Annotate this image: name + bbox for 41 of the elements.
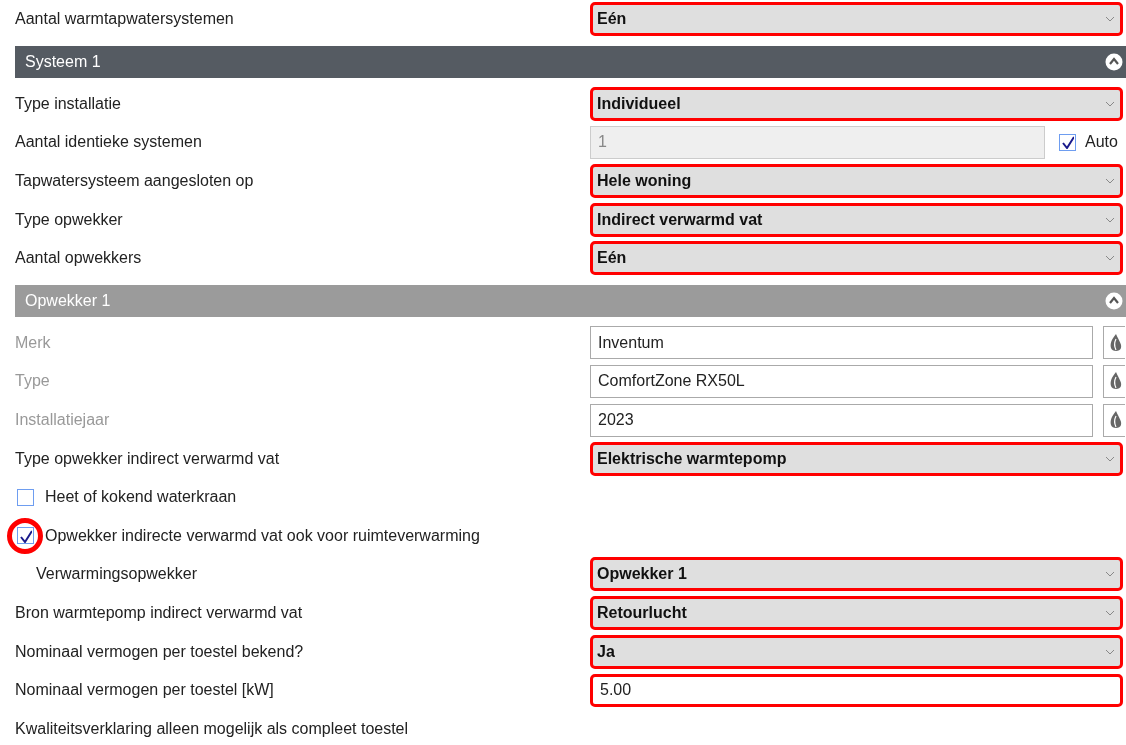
lookup-button[interactable] [1103, 326, 1125, 360]
checkbox-label: Opwekker indirecte verwarmd vat ook voor ruimteverwarming [45, 525, 480, 546]
field-label: Bron warmtepomp indirect verwarmd vat [15, 603, 304, 623]
field-label: Type opwekker [15, 209, 124, 230]
input-field[interactable]: Inventum [590, 326, 1093, 360]
field-label: Installatiejaar [15, 410, 111, 431]
select-field[interactable]: Indirect verwarmd vat [590, 202, 1123, 237]
field-label: Nominaal vermogen per toestel bekend? [15, 641, 305, 662]
select-field[interactable]: Opwekker 1 [590, 557, 1123, 592]
checkbox[interactable] [16, 527, 34, 545]
field-label: Merk [15, 332, 52, 353]
section-title: Opwekker 1 [25, 290, 111, 311]
input-field[interactable]: ComfortZone RX50L [590, 364, 1093, 398]
select-field[interactable]: Elektrische warmtepomp [590, 441, 1123, 476]
input-field[interactable]: 2023 [590, 403, 1093, 437]
field-label: Aantal opwekkers [15, 248, 143, 269]
field-label: Verwarmingsopwekker [35, 564, 198, 585]
section-header[interactable]: Systeem 1 [15, 45, 1126, 78]
lookup-button[interactable] [1103, 403, 1125, 437]
field-label: Type installatie [15, 93, 122, 114]
field-label: Tapwatersysteem aangesloten op [15, 171, 255, 192]
field-label: Aantal identieke systemen [15, 132, 203, 153]
section-title: Systeem 1 [25, 51, 101, 72]
checkbox-label: Auto [1085, 132, 1118, 153]
select-field[interactable]: Eén [590, 241, 1123, 276]
select-field[interactable]: Retourlucht [590, 596, 1123, 630]
lookup-button[interactable] [1103, 364, 1125, 398]
select-field[interactable]: Individueel [590, 86, 1123, 121]
select-field[interactable]: Ja [590, 634, 1123, 669]
select-field[interactable]: Hele woning [590, 164, 1123, 199]
note-text: Kwaliteitsverklaring alleen mogelijk als compleet toestel [15, 718, 409, 739]
input-field[interactable]: 5.00 [590, 673, 1123, 707]
checkbox-label: Heet of kokend waterkraan [45, 487, 237, 508]
field-label: Type [15, 371, 51, 392]
checkbox[interactable] [16, 488, 34, 506]
field-label: Nominaal vermogen per toestel [kW] [15, 680, 275, 701]
field-label: Aantal warmtapwatersystemen [15, 9, 235, 30]
select-field[interactable]: Eén [590, 2, 1123, 37]
check-icon [1060, 135, 1074, 150]
field-label: Type opwekker indirect verwarmd vat [15, 448, 281, 469]
check-icon [18, 528, 32, 543]
